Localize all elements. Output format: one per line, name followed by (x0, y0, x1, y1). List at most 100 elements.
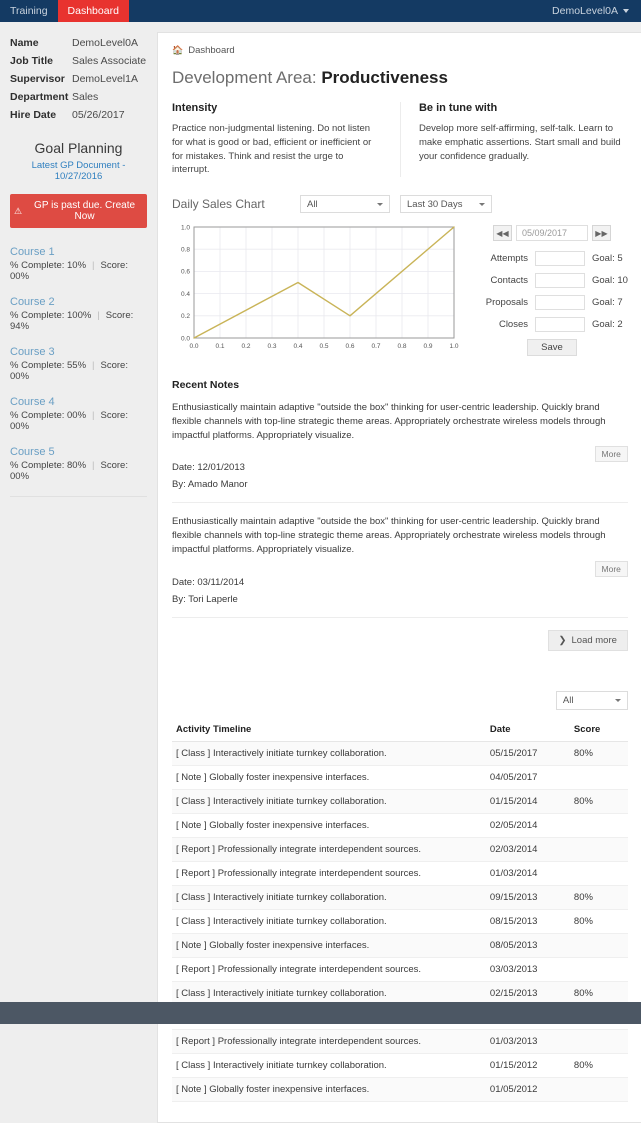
load-more-label: Load more (571, 634, 617, 646)
course-complete-3: % Complete: 55% (10, 360, 87, 371)
nav-item-dashboard[interactable]: Dashboard (57, 0, 129, 22)
goal-label-attempts: Attempts (490, 253, 529, 265)
next-day-button[interactable]: ▶▶ (591, 225, 611, 242)
contacts-input[interactable] (535, 273, 585, 289)
timeline-cell-activity: [ Report ] Professionally integrate inte… (172, 861, 486, 886)
table-row: [ Note ] Globally foster inexpensive int… (172, 1077, 628, 1102)
development-area-columns: Intensity Practice non-judgmental listen… (172, 102, 628, 178)
timeline-cell-score (569, 813, 628, 838)
table-row: [ Class ] Interactively initiate turnkey… (172, 789, 628, 814)
next-day-icon: ▶▶ (595, 228, 608, 238)
meta-divider: | (92, 260, 95, 271)
timeline-body: [ Class ] Interactively initiate turnkey… (172, 741, 628, 1102)
table-row: [ Class ] Interactively initiate turnkey… (172, 741, 628, 766)
date-input[interactable]: 05/09/2017 (515, 225, 588, 242)
table-row: [ Note ] Globally foster inexpensive int… (172, 813, 628, 838)
timeline-header-activity: Activity Timeline (172, 717, 486, 742)
svg-text:0.8: 0.8 (397, 343, 406, 350)
goal-row-proposals: Proposals Goal: 7 (476, 295, 628, 311)
timeline-filter-select[interactable]: All (555, 690, 628, 710)
recent-notes-title: Recent Notes (172, 379, 240, 392)
course-link-5[interactable]: Course 5 (10, 446, 147, 458)
svg-text:0.4: 0.4 (181, 291, 190, 298)
proposals-input[interactable] (535, 295, 585, 311)
timeline-cell-score (569, 765, 628, 790)
breadcrumb-label[interactable]: Dashboard (188, 45, 234, 56)
list-item: Course 1 % Complete: 10% | Score: 00% (10, 246, 147, 282)
previous-day-icon: ◀◀ (496, 228, 509, 238)
note-more-button-2[interactable]: More (594, 560, 628, 577)
goal-target-proposals: Goal: 7 (592, 297, 623, 309)
timeline-cell-activity: [ Note ] Globally foster inexpensive int… (172, 765, 486, 790)
load-more-wrapper: ❯ Load more (172, 629, 628, 651)
info-label-department: Department (10, 91, 69, 103)
activity-timeline-section: All Activity Timeline Date Score [ Class… (172, 690, 628, 1102)
chevron-right-icon: ❯ (558, 634, 567, 646)
load-more-button[interactable]: ❯ Load more (547, 629, 628, 651)
goal-row-attempts: Attempts Goal: 5 (476, 251, 628, 267)
chart-filter-select[interactable]: All (300, 195, 390, 214)
goal-target-closes: Goal: 2 (592, 319, 623, 331)
course-link-4[interactable]: Course 4 (10, 396, 147, 408)
save-button[interactable]: Save (526, 339, 577, 357)
goal-planning-title: Goal Planning (34, 140, 123, 156)
timeline-cell-date: 09/15/2013 (485, 885, 570, 910)
course-link-2[interactable]: Course 2 (10, 296, 147, 308)
table-row: Job Title Sales Associate (10, 52, 147, 70)
timeline-cell-score (569, 957, 628, 982)
chart-range-select[interactable]: Last 30 Days (400, 195, 492, 214)
course-link-3[interactable]: Course 3 (10, 346, 147, 358)
table-row: [ Class ] Interactively initiate turnkey… (172, 885, 628, 910)
svg-text:0.5: 0.5 (319, 343, 328, 350)
course-meta-3: % Complete: 55% | Score: 00% (10, 360, 147, 382)
nav-item-training-label: Training (10, 5, 48, 17)
activity-timeline-table: Activity Timeline Date Score [ Class ] I… (172, 717, 628, 1102)
list-item: Course 5 % Complete: 80% | Score: 00% (10, 446, 147, 482)
top-navbar: Training Dashboard DemoLevel0A (0, 0, 641, 22)
table-row: [ Report ] Professionally integrate inte… (172, 861, 628, 886)
note-more-button-1[interactable]: More (594, 446, 628, 463)
timeline-header-date: Date (485, 717, 570, 742)
content-card: 🏠 Dashboard Development Area: Productive… (157, 32, 641, 1123)
attempts-input[interactable] (535, 251, 585, 267)
course-complete-1: % Complete: 10% (10, 260, 87, 271)
timeline-cell-activity: [ Class ] Interactively initiate turnkey… (172, 1053, 486, 1078)
meta-divider: | (92, 410, 95, 421)
chart-filter-value: All (307, 198, 318, 210)
closes-input[interactable] (535, 317, 585, 333)
timeline-cell-date: 01/15/2012 (485, 1053, 570, 1078)
note-date-2: Date: 03/11/2014 (172, 576, 245, 588)
gp-past-due-button[interactable]: ⚠ GP is past due. Create Now (10, 194, 147, 228)
timeline-cell-activity: [ Report ] Professionally integrate inte… (172, 1029, 486, 1054)
latest-gp-document-link[interactable]: Latest GP Document - 10/27/2016 (10, 160, 147, 182)
breadcrumb: 🏠 Dashboard (172, 45, 628, 56)
nav-item-training[interactable]: Training (0, 0, 58, 22)
table-header-row: Activity Timeline Date Score (172, 717, 628, 742)
previous-day-button[interactable]: ◀◀ (492, 225, 512, 242)
chart-toolbar: Daily Sales Chart All Last 30 Days (172, 195, 628, 214)
course-meta-2: % Complete: 100% | Score: 94% (10, 310, 147, 332)
info-label-name: Name (10, 37, 39, 49)
timeline-cell-activity: [ Class ] Interactively initiate turnkey… (172, 789, 486, 814)
goal-entry-panel: ◀◀ 05/09/2017 ▶▶ Attempts Goal: 5 Contac… (476, 221, 628, 357)
timeline-cell-activity: [ Class ] Interactively initiate turnkey… (172, 885, 486, 910)
course-link-1[interactable]: Course 1 (10, 246, 147, 258)
note-divider (172, 616, 628, 618)
course-complete-2: % Complete: 100% (10, 310, 92, 321)
goal-target-contacts: Goal: 10 (592, 275, 628, 287)
svg-text:0.6: 0.6 (181, 269, 190, 276)
info-value-hire-date: 05/26/2017 (72, 109, 125, 121)
svg-text:0.9: 0.9 (423, 343, 432, 350)
timeline-cell-date: 05/15/2017 (485, 741, 570, 766)
page-footer (0, 1002, 641, 1024)
warning-icon: ⚠ (14, 205, 23, 216)
recent-notes-section: Recent Notes Enthusiastically maintain a… (172, 379, 628, 651)
timeline-cell-score: 80% (569, 789, 628, 814)
note-author-2: By: Tori Laperle (172, 593, 238, 605)
page-body: Name DemoLevel0A Job Title Sales Associa… (0, 22, 641, 1123)
user-menu[interactable]: DemoLevel0A (552, 0, 641, 22)
column-intensity: Intensity Practice non-judgmental listen… (172, 102, 400, 177)
page-title-value: Productiveness (321, 68, 448, 87)
course-complete-4: % Complete: 00% (10, 410, 87, 421)
timeline-cell-activity: [ Note ] Globally foster inexpensive int… (172, 933, 486, 958)
